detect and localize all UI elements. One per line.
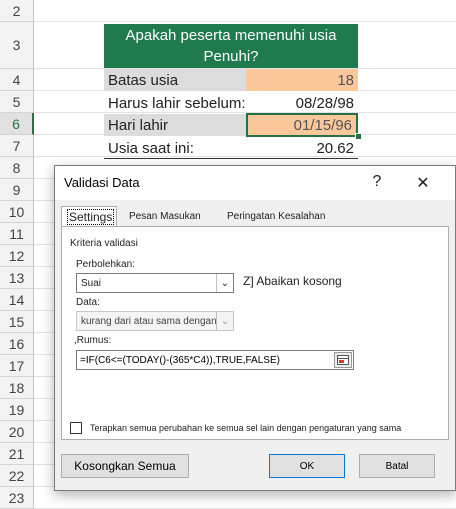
age-limit-label-cell[interactable]: Batas usia (104, 69, 246, 91)
tab-input-message[interactable]: Pesan Masukan (123, 207, 211, 226)
row-header-9[interactable]: 9 (0, 179, 34, 201)
question-header-line1: Apakah peserta memenuhi usia (125, 27, 337, 44)
current-age-label-cell[interactable]: Usia saat ini: (104, 137, 246, 159)
dialog-title: Validasi Data (64, 175, 140, 190)
ok-button[interactable]: OK (269, 454, 345, 478)
row-header-2[interactable]: 2 (0, 0, 34, 22)
allow-label: Perbolehkan: (76, 259, 135, 270)
row-header-23[interactable]: 23 (0, 487, 34, 509)
question-header-line2: Penuhi? (203, 48, 259, 65)
data-operator-select[interactable]: kurang dari atau sama dengan ⌄ (76, 311, 234, 331)
row-header-3[interactable]: 3 (0, 22, 34, 69)
row-header-20[interactable]: 20 (0, 421, 34, 443)
row-header-6[interactable]: 6 (0, 113, 34, 135)
row-header-7[interactable]: 7 (0, 135, 34, 157)
row-header-11[interactable]: 11 (0, 223, 34, 245)
row-header-13[interactable]: 13 (0, 267, 34, 289)
data-validation-dialog: Validasi Data ? ✕ Settings Pesan Masukan… (54, 165, 456, 491)
formula-input[interactable]: =IF(C6<=(TODAY()-(365*C4)),TRUE,FALSE) (76, 350, 354, 370)
tab-settings[interactable]: Settings (61, 206, 117, 227)
current-age-value-cell[interactable]: 20.62 (246, 137, 358, 159)
birthday-value-cell[interactable]: 01/15/96 (246, 113, 358, 137)
question-header-cell[interactable]: Apakah peserta memenuhi usia Penuhi? (104, 24, 358, 68)
close-icon[interactable]: ✕ (413, 173, 433, 193)
birthday-label-cell[interactable]: Hari lahir (104, 114, 246, 136)
row-header-21[interactable]: 21 (0, 443, 34, 465)
row-header-10[interactable]: 10 (0, 201, 34, 223)
formula-label: ,Rumus: (74, 335, 112, 346)
row-header-18[interactable]: 18 (0, 377, 34, 399)
apply-all-label: Terapkan semua perubahan ke semua sel la… (90, 423, 402, 433)
criteria-label: Kriteria validasi (70, 238, 138, 249)
clear-all-button[interactable]: Kosongkan Semua (61, 454, 189, 478)
cancel-button[interactable]: Batal (359, 454, 435, 478)
row-header-8[interactable]: 8 (0, 157, 34, 179)
row-header-15[interactable]: 15 (0, 311, 34, 333)
tab-error-alert[interactable]: Peringatan Kesalahan (221, 207, 345, 226)
data-operator-value: kurang dari atau sama dengan (81, 315, 217, 327)
dialog-title-bar: Validasi Data ? ✕ (55, 166, 455, 200)
allow-select[interactable]: Suai ⌄ (76, 273, 234, 293)
row-header-22[interactable]: 22 (0, 465, 34, 487)
chevron-down-icon: ⌄ (216, 312, 233, 330)
formula-value: =IF(C6<=(TODAY()-(365*C4)),TRUE,FALSE) (80, 354, 280, 366)
row-header-16[interactable]: 16 (0, 333, 34, 355)
row-header-12[interactable]: 12 (0, 245, 34, 267)
age-limit-value-cell[interactable]: 18 (246, 69, 358, 91)
ignore-blank-checkbox[interactable]: Z] Abaikan kosong (243, 274, 342, 288)
allow-select-value: Suai (81, 277, 102, 289)
settings-panel: Kriteria validasi Perbolehkan: Suai ⌄ Z]… (61, 226, 449, 440)
born-before-label-cell[interactable]: Harus lahir sebelum: (104, 92, 246, 114)
row-header-5[interactable]: 5 (0, 91, 34, 113)
row-header-19[interactable]: 19 (0, 399, 34, 421)
born-before-value-cell[interactable]: 08/28/98 (246, 92, 358, 114)
chevron-down-icon: ⌄ (216, 274, 233, 292)
range-selector-icon[interactable] (334, 352, 352, 368)
data-label: Data: (76, 297, 100, 308)
row-header-17[interactable]: 17 (0, 355, 34, 377)
row-header-14[interactable]: 14 (0, 289, 34, 311)
current-age-underline (104, 158, 358, 159)
row-gridline (34, 21, 456, 22)
apply-all-checkbox[interactable] (70, 422, 82, 434)
row-header-4[interactable]: 4 (0, 69, 34, 91)
help-icon[interactable]: ? (367, 173, 387, 191)
